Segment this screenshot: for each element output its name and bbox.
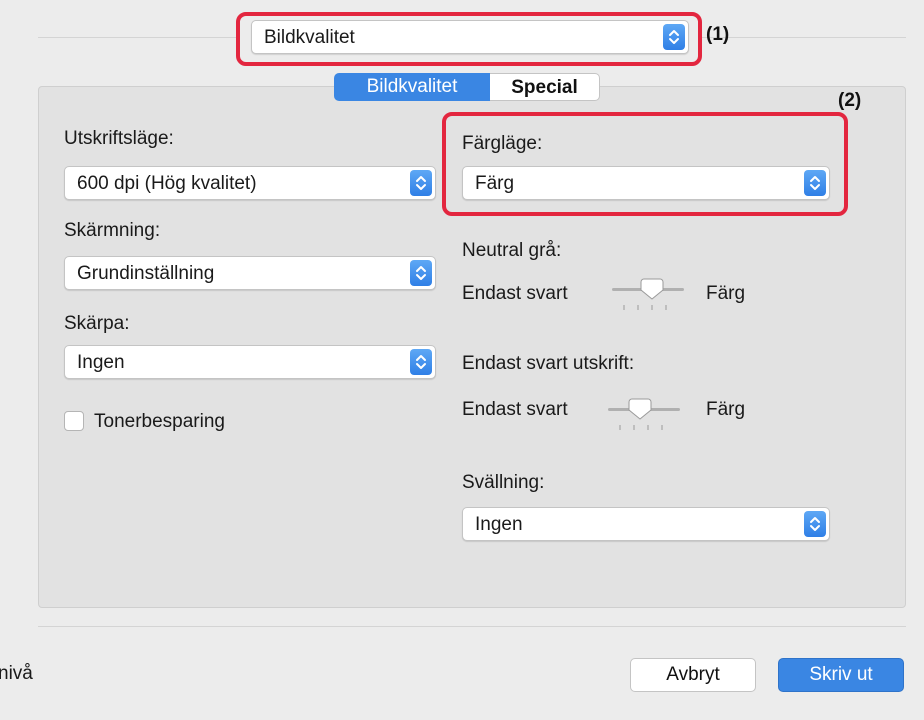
callout-label-1: (1) xyxy=(706,24,730,45)
toner-save-label: Tonerbesparing xyxy=(94,411,225,432)
black-only-left-label: Endast svart xyxy=(462,399,568,420)
top-separator-left xyxy=(38,37,238,38)
callout-box-2 xyxy=(442,112,848,216)
print-mode-popup[interactable]: 600 dpi (Hög kvalitet) xyxy=(64,166,436,200)
print-mode-value: 600 dpi (Hög kvalitet) xyxy=(77,173,257,194)
toner-save-checkbox[interactable] xyxy=(64,411,84,431)
neutral-gray-label: Neutral grå: xyxy=(462,240,562,261)
neutral-gray-left-label: Endast svart xyxy=(462,283,568,304)
neutral-gray-right-label: Färg xyxy=(706,283,746,304)
tab-bildkvalitet[interactable]: Bildkvalitet xyxy=(334,73,490,101)
neutral-gray-slider[interactable] xyxy=(610,275,690,315)
sharpness-label: Skärpa: xyxy=(64,313,130,334)
chevron-updown-icon xyxy=(410,260,432,286)
callout-label-2: (2) xyxy=(838,90,862,111)
swelling-value: Ingen xyxy=(475,514,523,535)
tab-special[interactable]: Special xyxy=(490,73,600,101)
screening-label: Skärmning: xyxy=(64,220,161,241)
screening-popup[interactable]: Grundinställning xyxy=(64,256,436,290)
footer-separator xyxy=(38,626,906,627)
print-button[interactable]: Skriv ut xyxy=(778,658,904,692)
swelling-label: Svällning: xyxy=(462,472,545,493)
swelling-popup[interactable]: Ingen xyxy=(462,507,830,541)
sharpness-value: Ingen xyxy=(77,352,125,373)
callout-box-1 xyxy=(236,12,702,66)
black-only-right-label: Färg xyxy=(706,399,746,420)
chevron-updown-icon xyxy=(410,170,432,196)
cancel-button[interactable]: Avbryt xyxy=(630,658,756,692)
black-only-slider[interactable] xyxy=(606,395,686,435)
print-mode-label: Utskriftsläge: xyxy=(64,128,174,149)
sharpness-popup[interactable]: Ingen xyxy=(64,345,436,379)
footer-left-text: nivå xyxy=(0,663,33,684)
chevron-updown-icon xyxy=(804,511,826,537)
chevron-updown-icon xyxy=(410,349,432,375)
screening-value: Grundinställning xyxy=(77,263,215,284)
black-only-label: Endast svart utskrift: xyxy=(462,353,635,374)
top-separator-right xyxy=(700,37,906,38)
